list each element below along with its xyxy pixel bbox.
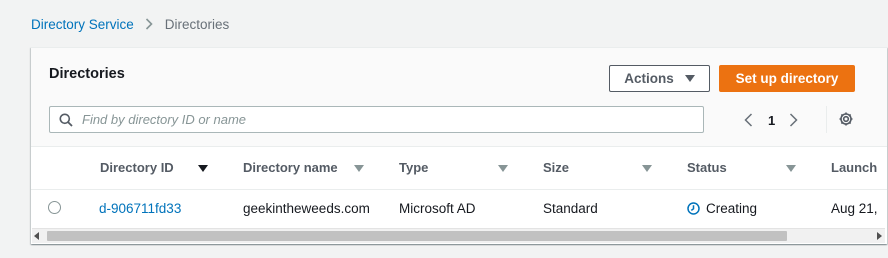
- header-divider: [31, 189, 887, 190]
- scroll-left-arrow-icon[interactable]: [34, 232, 40, 240]
- caret-down-icon[interactable]: [498, 165, 508, 172]
- search-box: [49, 106, 704, 133]
- pagination: 1: [744, 108, 798, 132]
- chevron-right-icon[interactable]: [789, 113, 798, 127]
- caret-down-icon[interactable]: [642, 165, 652, 172]
- cell-type: Microsoft AD: [399, 201, 476, 216]
- directories-table: Directory ID Directory name Type Size St…: [31, 147, 887, 229]
- caret-down-filled-icon[interactable]: [198, 165, 208, 172]
- column-header-launch[interactable]: Launch: [831, 160, 877, 175]
- panel-title: Directories: [49, 66, 125, 82]
- caret-down-icon[interactable]: [786, 165, 796, 172]
- horizontal-scrollbar[interactable]: [32, 228, 885, 243]
- cell-directory-id: d-906711fd33: [99, 201, 181, 216]
- pagination-divider: [826, 106, 827, 133]
- set-up-directory-button[interactable]: Set up directory: [719, 65, 855, 92]
- chevron-left-icon[interactable]: [744, 113, 753, 127]
- breadcrumb-directory-service-link[interactable]: Directory Service: [31, 17, 134, 32]
- cell-size: Standard: [543, 201, 598, 216]
- row-select-radio[interactable]: [48, 201, 61, 214]
- gear-icon[interactable]: [838, 111, 854, 127]
- clock-icon: [687, 202, 700, 215]
- directory-id-link[interactable]: d-906711fd33: [99, 201, 181, 216]
- set-up-directory-label: Set up directory: [735, 71, 839, 86]
- breadcrumb-current: Directories: [164, 16, 230, 32]
- cell-directory-name: geekintheweeds.com: [243, 201, 370, 216]
- chevron-right-icon: [145, 18, 153, 30]
- caret-down-icon[interactable]: [354, 165, 364, 172]
- current-page-number[interactable]: 1: [768, 113, 775, 128]
- cell-launch: Aug 21,: [831, 201, 878, 216]
- panel-header: Directories Actions Set up directory Fin…: [31, 48, 887, 147]
- column-header-type[interactable]: Type: [399, 160, 428, 175]
- caret-down-icon: [684, 75, 695, 82]
- breadcrumb: Directory Service Directories: [31, 15, 229, 33]
- column-header-directory-name[interactable]: Directory name: [243, 160, 338, 175]
- column-header-size[interactable]: Size: [543, 160, 569, 175]
- column-header-directory-id[interactable]: Directory ID: [100, 160, 174, 175]
- scroll-right-arrow-icon[interactable]: [876, 232, 882, 240]
- actions-button-label: Actions: [624, 71, 674, 86]
- search-icon: [59, 113, 73, 127]
- directories-panel: Directories Actions Set up directory Fin…: [31, 47, 887, 244]
- cell-status: Creating: [687, 201, 757, 216]
- search-input[interactable]: [80, 111, 703, 128]
- status-text: Creating: [706, 201, 758, 216]
- actions-button[interactable]: Actions: [609, 65, 710, 92]
- column-header-status[interactable]: Status: [687, 160, 727, 175]
- scrollbar-thumb[interactable]: [47, 231, 787, 241]
